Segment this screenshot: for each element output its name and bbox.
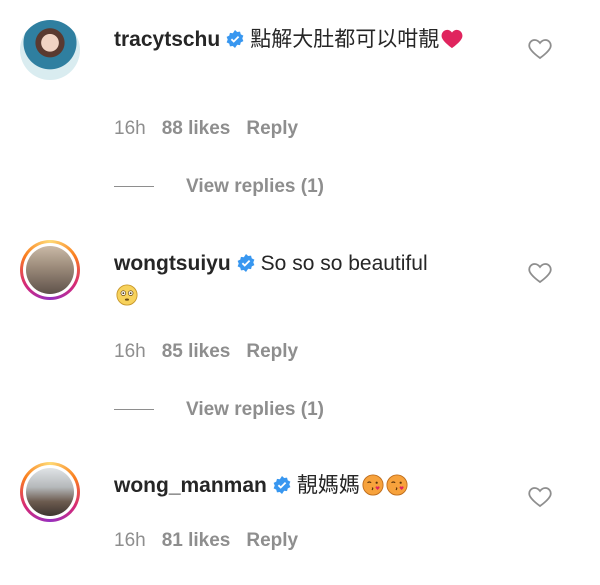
comment-meta: 16h 85 likes Reply <box>114 341 314 363</box>
likes-count[interactable]: 85 likes <box>162 341 231 362</box>
flushed-face-emoji-icon <box>116 284 138 306</box>
comment-text: So so so beautiful <box>260 252 428 275</box>
view-replies-button[interactable]: View replies (1) <box>114 176 324 198</box>
face-blowing-kiss-emoji-icon <box>386 474 408 496</box>
verified-badge-icon <box>273 476 291 494</box>
reply-button[interactable]: Reply <box>246 341 298 362</box>
comment-body: tracytschu 點解大肚都可以咁靚 <box>114 24 504 56</box>
reply-button[interactable]: Reply <box>246 118 298 139</box>
comment-body: wongtsuiyu So so so beautiful <box>114 248 504 312</box>
avatar-tracytschu[interactable] <box>20 20 80 80</box>
avatar-wong-manman[interactable] <box>20 462 80 522</box>
view-replies-button[interactable]: View replies (1) <box>114 399 324 421</box>
like-heart-icon[interactable] <box>528 486 552 508</box>
username[interactable]: wongtsuiyu <box>114 252 231 275</box>
avatar-wongtsuiyu[interactable] <box>20 240 80 300</box>
username[interactable]: wong_manman <box>114 474 267 497</box>
timestamp: 16h <box>114 341 146 362</box>
likes-count[interactable]: 88 likes <box>162 118 231 139</box>
verified-badge-icon <box>237 254 255 272</box>
reply-button[interactable]: Reply <box>246 530 298 551</box>
timestamp: 16h <box>114 118 146 139</box>
comment-body: wong_manman 靚媽媽 <box>114 470 504 502</box>
divider <box>114 186 154 188</box>
face-blowing-kiss-emoji-icon <box>362 474 384 496</box>
comment-text: 靚媽媽 <box>296 474 360 497</box>
red-heart-emoji-icon <box>441 29 463 49</box>
like-heart-icon[interactable] <box>528 262 552 284</box>
view-replies-label: View replies (1) <box>186 176 324 197</box>
username[interactable]: tracytschu <box>114 28 220 51</box>
comment-meta: 16h 88 likes Reply <box>114 118 314 140</box>
divider <box>114 409 154 411</box>
timestamp: 16h <box>114 530 146 551</box>
verified-badge-icon <box>226 30 244 48</box>
like-heart-icon[interactable] <box>528 38 552 60</box>
comment-text: 點解大肚都可以咁靚 <box>250 28 440 51</box>
view-replies-label: View replies (1) <box>186 399 324 420</box>
comment-meta: 16h 81 likes Reply <box>114 530 314 552</box>
likes-count[interactable]: 81 likes <box>162 530 231 551</box>
